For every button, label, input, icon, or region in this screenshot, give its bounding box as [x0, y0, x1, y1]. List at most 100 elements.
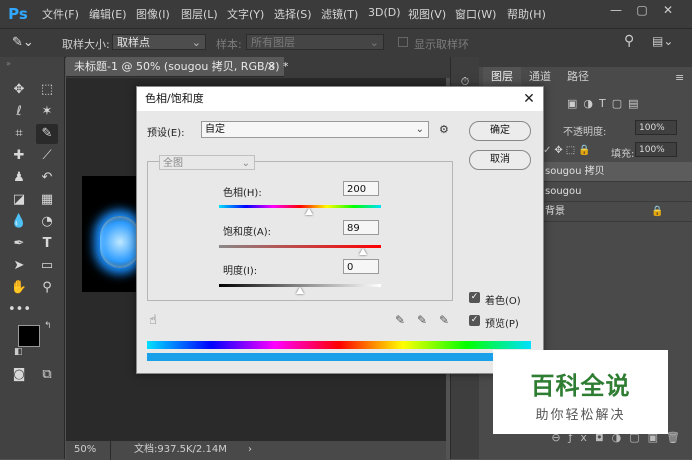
marquee-tool-icon[interactable]: ⬚: [36, 80, 58, 100]
preset-select[interactable]: 自定 ⌄: [201, 121, 429, 138]
eyedropper-icon[interactable]: ✎: [395, 313, 405, 327]
channel-value: 全图: [163, 158, 183, 169]
eyedropper-add-icon[interactable]: ✎: [417, 313, 427, 327]
sample-size-select[interactable]: 取样点 ⌄: [112, 34, 206, 50]
menu-3d[interactable]: 3D(D): [368, 6, 401, 19]
menu-edit[interactable]: 编辑(E): [89, 6, 127, 22]
healing-tool-icon[interactable]: ✚: [8, 146, 30, 166]
stamp-tool-icon[interactable]: ♟: [8, 168, 30, 188]
more-tools-icon[interactable]: •••: [8, 300, 31, 320]
adjust-group: [147, 161, 453, 301]
zoom-level[interactable]: 50%: [74, 441, 96, 459]
opacity-label: 不透明度:: [563, 127, 607, 138]
lasso-tool-icon[interactable]: ℓ: [8, 102, 30, 122]
chevron-down-icon: ⌄: [369, 36, 379, 49]
menu-type[interactable]: 文字(Y): [227, 6, 264, 22]
canvas[interactable]: [82, 176, 142, 292]
crop-tool-icon[interactable]: ⌗: [8, 124, 30, 144]
workspace-icon[interactable]: ▤⌄: [652, 34, 673, 48]
sample-size-label: 取样大小:: [62, 38, 110, 51]
layer-filter-icons[interactable]: ▣◑T▢▤: [567, 97, 687, 110]
hue-slider-thumb[interactable]: [305, 208, 313, 215]
menu-view[interactable]: 视图(V): [408, 6, 446, 22]
eyedropper-subtract-icon[interactable]: ✎: [439, 313, 449, 327]
default-colors-icon[interactable]: ◧: [14, 347, 23, 357]
panel-menu-icon[interactable]: ≡: [675, 71, 684, 84]
watermark-subtitle: 助你轻松解决: [535, 408, 626, 423]
channel-select[interactable]: 全图 ⌄: [159, 155, 255, 170]
glow-s-artwork: [100, 216, 140, 268]
preset-options-icon[interactable]: ⚙: [439, 123, 449, 136]
layer-name: 背景: [545, 206, 565, 217]
fill-field[interactable]: 100%: [635, 142, 677, 157]
move-tool-icon[interactable]: ✥: [8, 80, 30, 100]
menu-file[interactable]: 文件(F): [42, 6, 79, 22]
close-window-icon[interactable]: ✕: [656, 0, 680, 20]
menu-window[interactable]: 窗口(W): [455, 6, 496, 22]
opacity-field[interactable]: 100%: [635, 120, 677, 135]
sample-select[interactable]: 所有图层 ⌄: [246, 34, 384, 50]
swap-colors-icon[interactable]: ↰: [44, 321, 52, 331]
layer-row[interactable]: sougou: [535, 182, 692, 202]
menu-filter[interactable]: 滤镜(T): [321, 6, 358, 22]
output-color-bar: [147, 353, 531, 361]
hue-input[interactable]: 200: [343, 181, 379, 196]
lightness-input[interactable]: 0: [343, 259, 379, 274]
layer-row[interactable]: sougou 拷贝: [535, 162, 692, 182]
lock-icons[interactable]: ✓✥⬚🔒: [543, 145, 594, 156]
zoom-tool-icon[interactable]: ⚲: [36, 278, 58, 298]
quick-mask-icon[interactable]: ◙: [8, 365, 30, 385]
layer-row[interactable]: 背景 🔒: [535, 202, 692, 222]
minimize-icon[interactable]: —: [604, 0, 628, 20]
pen-tool-icon[interactable]: ✒: [8, 234, 30, 254]
chevron-down-icon: ⌄: [241, 158, 250, 169]
menu-select[interactable]: 选择(S): [274, 6, 312, 22]
close-tab-icon[interactable]: ✕: [267, 57, 276, 77]
lock-icon: 🔒: [651, 206, 664, 217]
hue-slider-track[interactable]: [219, 205, 381, 208]
saturation-slider-thumb[interactable]: [359, 248, 367, 255]
cancel-button[interactable]: 取消: [469, 150, 531, 170]
magic-wand-tool-icon[interactable]: ✶: [36, 102, 58, 122]
type-tool-icon[interactable]: T: [36, 234, 58, 254]
search-icon[interactable]: ⚲: [624, 33, 634, 49]
preset-label: 预设(E):: [147, 128, 185, 139]
menu-image[interactable]: 图像(I): [136, 6, 170, 22]
blur-tool-icon[interactable]: 💧: [8, 212, 30, 232]
foreground-color-swatch[interactable]: [18, 325, 40, 347]
hand-tool-icon[interactable]: ✋: [8, 278, 30, 298]
tab-layers[interactable]: 图层: [483, 67, 521, 87]
saturation-slider-track[interactable]: [219, 245, 381, 248]
document-info: 文档:937.5K/2.14M: [134, 444, 227, 455]
show-ring-checkbox[interactable]: [398, 37, 408, 47]
saturation-input[interactable]: 89: [343, 220, 379, 235]
ok-button[interactable]: 确定: [469, 121, 531, 141]
tab-channels[interactable]: 通道: [521, 67, 559, 87]
document-tab[interactable]: 未标题-1 @ 50% (sougou 拷贝, RGB/8) * ✕: [66, 57, 289, 77]
maximize-icon[interactable]: ▢: [630, 0, 654, 20]
menu-help[interactable]: 帮助(H): [507, 6, 546, 22]
hand-adjust-icon[interactable]: ☝: [149, 313, 157, 328]
menu-layer[interactable]: 图层(L): [181, 6, 218, 22]
eyedropper-tool-icon[interactable]: ✎: [36, 124, 58, 144]
history-brush-tool-icon[interactable]: ↶: [36, 168, 58, 188]
rectangle-tool-icon[interactable]: ▭: [36, 256, 58, 276]
eraser-tool-icon[interactable]: ◪: [8, 190, 30, 210]
brush-tool-icon[interactable]: ⟋: [36, 146, 58, 166]
gradient-tool-icon[interactable]: ▦: [36, 190, 58, 210]
lightness-slider-thumb[interactable]: [296, 287, 304, 294]
path-selection-tool-icon[interactable]: ➤: [8, 256, 30, 276]
collapse-icon[interactable]: »: [6, 59, 11, 68]
screen-mode-icon[interactable]: ⧉: [36, 365, 58, 385]
eyedropper-tool-preset-icon[interactable]: ✎⌄: [12, 34, 40, 52]
saturation-label: 饱和度(A):: [223, 227, 272, 238]
chevron-right-icon[interactable]: ›: [248, 441, 252, 459]
dodge-tool-icon[interactable]: ◔: [36, 212, 58, 232]
hue-saturation-dialog: 色相/饱和度 ✕ 预设(E): 自定 ⌄ ⚙ 确定 取消 全图 ⌄ 色相(H):…: [136, 86, 544, 374]
sample-value: 所有图层: [251, 36, 295, 49]
close-icon[interactable]: ✕: [519, 89, 539, 109]
tab-paths[interactable]: 路径: [559, 67, 597, 87]
sample-label: 样本:: [216, 38, 242, 51]
preview-checkbox[interactable]: ✓: [469, 315, 480, 326]
colorize-checkbox[interactable]: ✓: [469, 292, 480, 303]
